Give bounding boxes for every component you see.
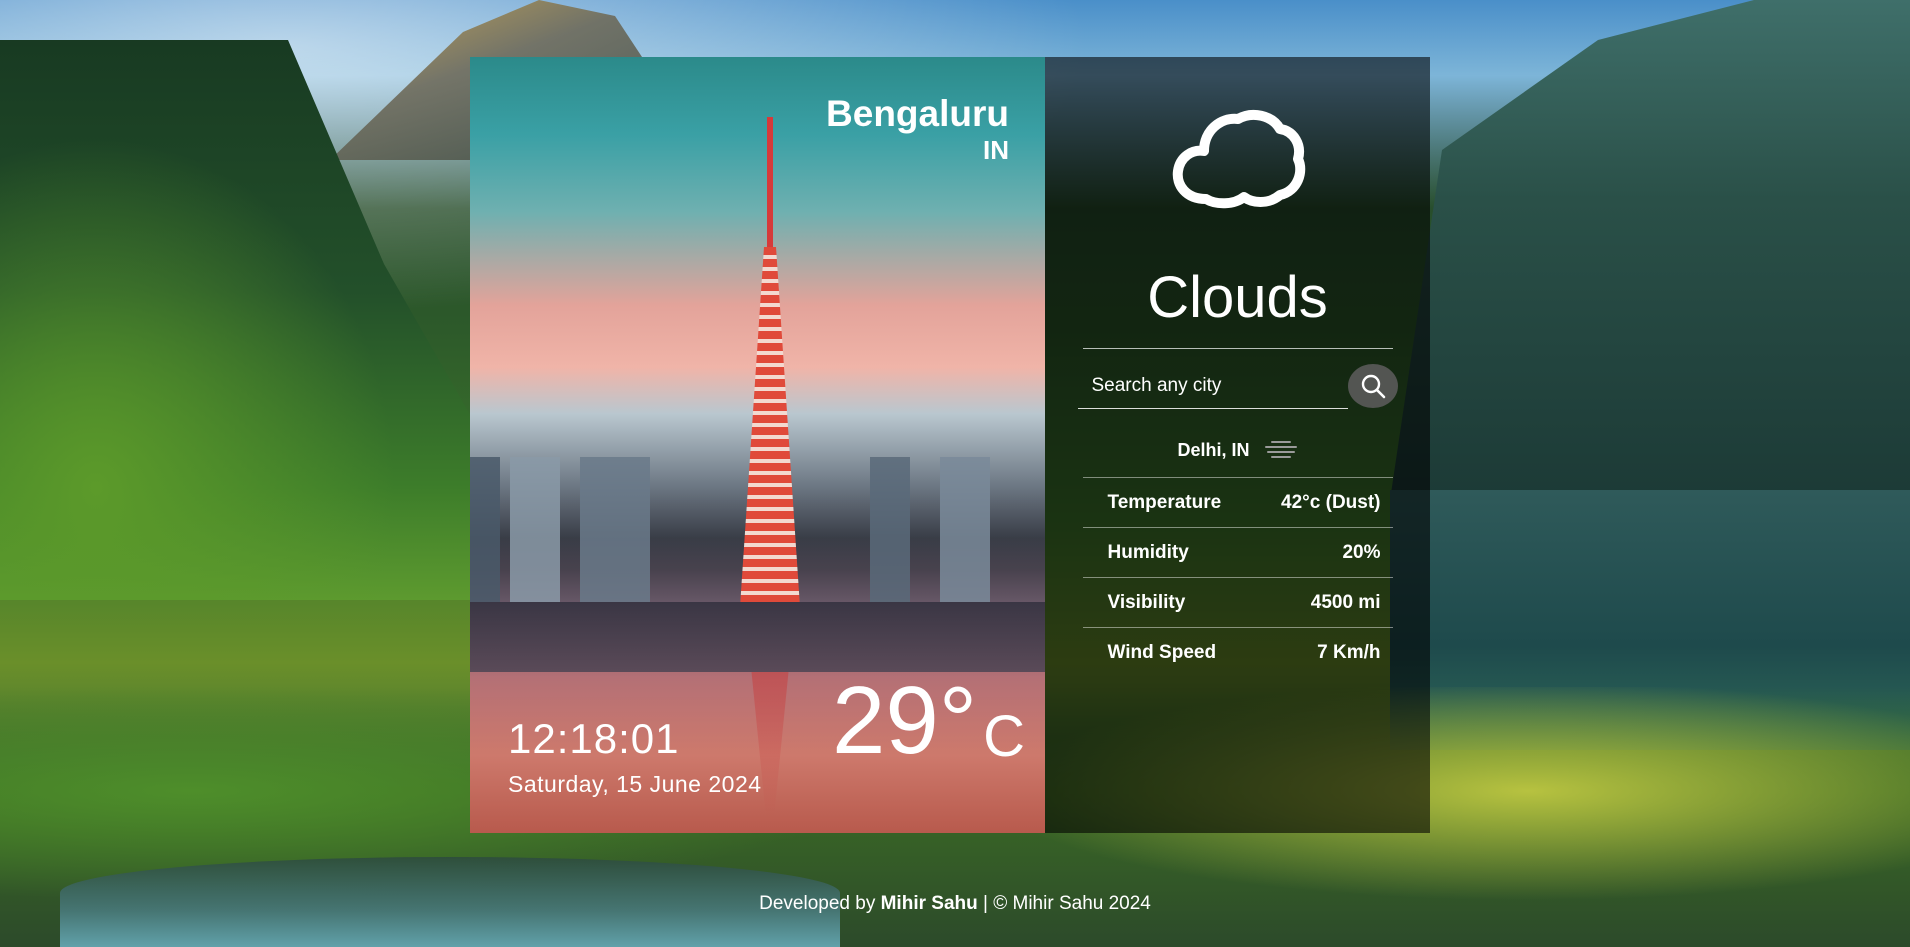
stat-label: Wind Speed bbox=[1107, 642, 1217, 663]
footer-author: Mihir Sahu bbox=[880, 893, 978, 914]
country-code: IN bbox=[983, 135, 1009, 165]
stat-row-visibility: Visibility 4500 mi bbox=[1082, 578, 1393, 628]
weather-stats: Temperature 42°c (Dust) Humidity 20% Vis… bbox=[1082, 477, 1393, 678]
stat-row-temperature: Temperature 42°c (Dust) bbox=[1082, 478, 1393, 528]
footer-copyright: | © Mihir Sahu 2024 bbox=[983, 893, 1151, 914]
haze-icon bbox=[1264, 441, 1297, 458]
current-date: Saturday, 15 June 2024 bbox=[508, 771, 762, 797]
stat-value: 20% bbox=[1342, 541, 1381, 563]
current-time: 12:18:01 bbox=[508, 715, 680, 762]
footer-prefix: Developed by bbox=[759, 893, 876, 914]
stat-label: Humidity bbox=[1107, 541, 1189, 563]
background-mountain-right bbox=[1390, 0, 1910, 500]
city-name: Bengaluru bbox=[826, 93, 1009, 134]
stat-label: Temperature bbox=[1107, 491, 1222, 513]
search-icon bbox=[1361, 374, 1385, 399]
city-panel: Bengaluru IN 12:18:01 Saturday, 15 June … bbox=[470, 57, 1045, 833]
stat-value: 4500 mi bbox=[1310, 591, 1381, 613]
searched-city: Delhi, IN bbox=[1177, 439, 1250, 460]
search-input[interactable] bbox=[1077, 363, 1348, 409]
street-image bbox=[470, 602, 1045, 672]
cloud-icon bbox=[1172, 109, 1305, 209]
location: Bengaluru IN bbox=[826, 93, 1009, 165]
temperature-unit: C bbox=[983, 704, 1025, 769]
clock: 12:18:01 Saturday, 15 June 2024 bbox=[508, 717, 762, 798]
weather-condition: Clouds bbox=[1147, 265, 1328, 330]
temperature-value: 29° bbox=[831, 667, 978, 774]
searched-location: Delhi, IN bbox=[1177, 439, 1297, 461]
stat-row-humidity: Humidity 20% bbox=[1082, 528, 1393, 578]
weather-card: Bengaluru IN 12:18:01 Saturday, 15 June … bbox=[470, 57, 1430, 833]
footer: Developed by Mihir Sahu | © Mihir Sahu 2… bbox=[0, 893, 1910, 915]
current-temperature: 29° C bbox=[832, 673, 1025, 769]
details-panel: Clouds Delhi, IN bbox=[1045, 57, 1430, 833]
search-button[interactable] bbox=[1347, 364, 1398, 408]
stat-value: 42°c (Dust) bbox=[1281, 491, 1381, 513]
stat-value: 7 Km/h bbox=[1317, 642, 1381, 663]
divider bbox=[1082, 348, 1393, 349]
stat-row-wind-speed: Wind Speed 7 Km/h bbox=[1083, 628, 1393, 678]
stat-label: Visibility bbox=[1107, 591, 1186, 613]
search-bar bbox=[1077, 363, 1398, 409]
